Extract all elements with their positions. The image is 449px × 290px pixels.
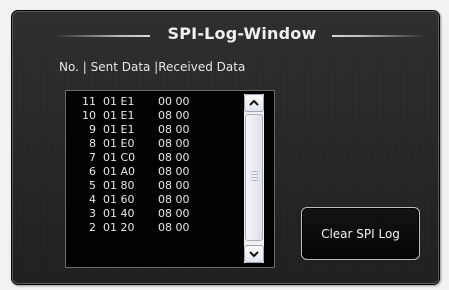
log-row[interactable]: 7 01 C0 08 00 xyxy=(74,151,242,165)
log-row-sent-data: 01 60 xyxy=(103,193,135,206)
log-row-sent-data: 01 E0 xyxy=(103,137,135,150)
log-row-received-data: 08 00 xyxy=(158,109,190,122)
log-row-number: 10 xyxy=(82,109,96,122)
log-row-received-data: 08 00 xyxy=(158,179,190,192)
log-row-sent-data: 01 20 xyxy=(103,221,135,234)
title-divider-left xyxy=(54,35,150,37)
log-row-sent-data: 01 80 xyxy=(103,179,135,192)
scroll-thumb[interactable] xyxy=(245,114,263,241)
log-row-received-data: 00 00 xyxy=(158,95,190,108)
log-row-number: 11 xyxy=(82,95,96,108)
log-row-sent-data: 01 E1 xyxy=(103,109,135,122)
log-row-number: 3 xyxy=(89,207,96,220)
log-row-number: 7 xyxy=(89,151,96,164)
log-row-received-data: 08 00 xyxy=(158,165,190,178)
log-row[interactable]: 8 01 E0 08 00 xyxy=(74,137,242,151)
log-list-body: 11 01 E1 00 00 10 01 E1 08 00 9 01 E1 08 00 8 01 E… xyxy=(74,95,242,265)
log-row-number: 6 xyxy=(89,165,96,178)
chevron-up-icon xyxy=(249,99,259,106)
log-row-sent-data: 01 E1 xyxy=(103,95,135,108)
log-row[interactable]: 2 01 20 08 00 xyxy=(74,221,242,235)
log-row[interactable]: 5 01 80 08 00 xyxy=(74,179,242,193)
log-row-number: 4 xyxy=(89,193,96,206)
log-row[interactable]: 4 01 60 08 00 xyxy=(74,193,242,207)
scroll-down-button[interactable] xyxy=(244,245,264,263)
scroll-up-button[interactable] xyxy=(244,94,264,112)
log-column-header: No. | Sent Data |Received Data xyxy=(59,60,246,74)
log-scrollbar[interactable] xyxy=(244,94,264,263)
log-row-sent-data: 01 C0 xyxy=(103,151,136,164)
log-list[interactable]: 11 01 E1 00 00 10 01 E1 08 00 9 01 E1 08 00 8 01 E… xyxy=(65,90,275,268)
log-row[interactable]: 9 01 E1 08 00 xyxy=(74,123,242,137)
log-row-sent-data: 01 E1 xyxy=(103,123,135,136)
window-title: SPI-Log-Window xyxy=(167,24,317,43)
log-row-received-data: 08 00 xyxy=(158,137,190,150)
log-row-received-data: 08 00 xyxy=(158,207,190,220)
title-divider-right xyxy=(332,35,426,37)
log-row-number: 8 xyxy=(89,137,96,150)
clear-spi-log-button[interactable]: Clear SPI Log xyxy=(301,207,420,260)
spi-log-window: SPI-Log-Window No. | Sent Data |Received… xyxy=(11,10,440,285)
log-row-number: 2 xyxy=(89,221,96,234)
grip-icon xyxy=(251,171,258,183)
log-row-received-data: 08 00 xyxy=(158,123,190,136)
log-row-received-data: 08 00 xyxy=(158,193,190,206)
log-row-number: 5 xyxy=(89,179,96,192)
log-row-sent-data: 01 A0 xyxy=(103,165,136,178)
log-row-received-data: 08 00 xyxy=(158,221,190,234)
log-row[interactable]: 3 01 40 08 00 xyxy=(74,207,242,221)
log-row-number: 9 xyxy=(89,123,96,136)
log-row[interactable]: 10 01 E1 08 00 xyxy=(74,109,242,123)
chevron-down-icon xyxy=(249,251,259,258)
log-row[interactable]: 11 01 E1 00 00 xyxy=(74,95,242,109)
log-row-received-data: 08 00 xyxy=(158,151,190,164)
log-row[interactable]: 6 01 A0 08 00 xyxy=(74,165,242,179)
log-row-sent-data: 01 40 xyxy=(103,207,135,220)
